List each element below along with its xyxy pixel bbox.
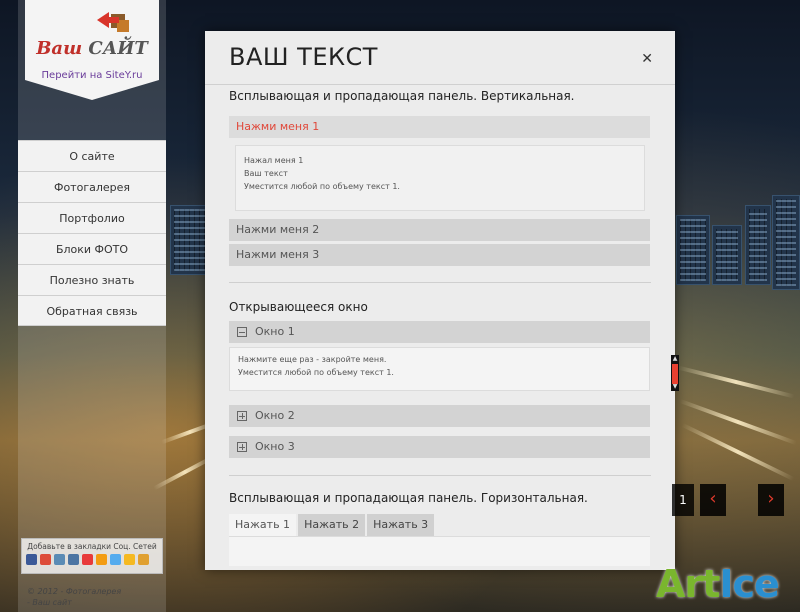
slide-number: 1 xyxy=(672,484,694,516)
accordion-item-2[interactable]: Нажми меня 2 xyxy=(229,219,650,241)
moimir-icon[interactable] xyxy=(82,554,93,565)
tab-panel xyxy=(229,536,650,566)
next-arrow-icon[interactable]: › xyxy=(758,484,784,516)
window-content-line: Уместится любой по объему текст 1. xyxy=(238,368,394,377)
menu-item-about[interactable]: О сайте xyxy=(18,140,166,171)
bookmarks-label: Добавьте в закладки Соц. Сетей xyxy=(27,542,157,551)
logo-arrow-icon xyxy=(97,12,129,32)
watermark-logo: ArtIce xyxy=(656,562,780,606)
scroll-up-icon[interactable]: ▲ xyxy=(671,355,679,363)
menu-item-gallery[interactable]: Фотогалерея xyxy=(18,171,166,202)
modal-dialog: ВАШ ТЕКСТ ✕ Всплывающая и пропадающая па… xyxy=(205,31,675,570)
window-toggle-label: Окно 1 xyxy=(255,325,295,338)
light-trail xyxy=(677,365,795,399)
footer: © 2012 - Фотогалерея - Ваш сайт xyxy=(27,586,121,608)
light-trail xyxy=(681,423,795,481)
tab-2[interactable]: Нажать 2 xyxy=(298,514,366,536)
divider xyxy=(229,282,651,283)
site-link[interactable]: Перейти на SiteY.ru xyxy=(25,70,159,81)
google-icon[interactable] xyxy=(40,554,51,565)
accordion-item-3[interactable]: Нажми меня 3 xyxy=(229,244,650,266)
building xyxy=(745,205,771,285)
site-title: Ваш САЙТ xyxy=(36,38,148,59)
modal-header: ВАШ ТЕКСТ ✕ xyxy=(205,31,675,85)
window-toggle-1[interactable]: Окно 1 xyxy=(229,321,650,343)
menu-item-useful[interactable]: Полезно знать xyxy=(18,264,166,295)
menu-item-photo-blocks[interactable]: Блоки ФОТО xyxy=(18,233,166,264)
social-bookmarks: Добавьте в закладки Соц. Сетей xyxy=(21,538,163,574)
accordion-content: Нажал меня 1 Ваш текст Уместится любой п… xyxy=(235,145,645,211)
main-menu: О сайте Фотогалерея Портфолио Блоки ФОТО… xyxy=(18,140,166,326)
sidebar: Ваш САЙТ Перейти на SiteY.ru О сайте Фот… xyxy=(18,0,166,612)
livejournal-icon[interactable] xyxy=(54,554,65,565)
horizontal-tabs: Нажать 1 Нажать 2 Нажать 3 xyxy=(229,514,435,536)
tab-1[interactable]: Нажать 1 xyxy=(229,514,297,536)
twitter-icon[interactable] xyxy=(110,554,121,565)
window-toggle-2[interactable]: Окно 2 xyxy=(229,405,650,427)
building xyxy=(772,195,800,290)
menu-item-portfolio[interactable]: Портфолио xyxy=(18,202,166,233)
section-window-title: Открывающееся окно xyxy=(229,300,368,314)
window-toggle-label: Окно 3 xyxy=(255,440,295,453)
window-content-line: Нажмите еще раз - закройте меня. xyxy=(238,355,387,364)
accordion-content-line: Ваш текст xyxy=(244,169,288,178)
footer-site: - Ваш сайт xyxy=(27,598,72,607)
scroll-down-icon[interactable]: ▼ xyxy=(671,383,679,391)
window-toggle-3[interactable]: Окно 3 xyxy=(229,436,650,458)
modal-title: ВАШ ТЕКСТ xyxy=(229,43,378,71)
footer-copyright: © 2012 - Фотогалерея xyxy=(27,587,122,596)
scrollbar[interactable]: ▲ ▼ xyxy=(671,355,679,391)
building xyxy=(712,225,742,285)
odnoklassniki-icon[interactable] xyxy=(96,554,107,565)
window-toggle-label: Окно 2 xyxy=(255,409,295,422)
menu-item-contact[interactable]: Обратная связь xyxy=(18,295,166,326)
prev-arrow-icon[interactable]: ‹ xyxy=(700,484,726,516)
divider xyxy=(229,475,651,476)
accordion-content-line: Уместится любой по объему текст 1. xyxy=(244,182,400,191)
light-trail xyxy=(679,398,797,446)
logo[interactable]: Ваш САЙТ Перейти на SiteY.ru xyxy=(25,0,159,100)
window-content: Нажмите еще раз - закройте меня. Уместит… xyxy=(229,347,650,391)
section-horizontal-title: Всплывающая и пропадающая панель. Горизо… xyxy=(229,491,588,505)
vkontakte-icon[interactable] xyxy=(68,554,79,565)
scroll-thumb[interactable] xyxy=(672,364,678,384)
collapse-icon xyxy=(237,327,247,337)
building xyxy=(676,215,710,285)
social-icons xyxy=(22,551,162,568)
expand-icon xyxy=(237,442,247,452)
accordion-item-1[interactable]: Нажми меня 1 xyxy=(229,116,650,138)
tab-3[interactable]: Нажать 3 xyxy=(367,514,435,536)
bobrdobr-icon[interactable] xyxy=(138,554,149,565)
section-vertical-title: Всплывающая и пропадающая панель. Вертик… xyxy=(229,89,575,103)
yandex-icon[interactable] xyxy=(124,554,135,565)
accordion-content-line: Нажал меня 1 xyxy=(244,156,304,165)
expand-icon xyxy=(237,411,247,421)
facebook-icon[interactable] xyxy=(26,554,37,565)
close-icon[interactable]: ✕ xyxy=(641,51,653,67)
building xyxy=(170,205,210,275)
